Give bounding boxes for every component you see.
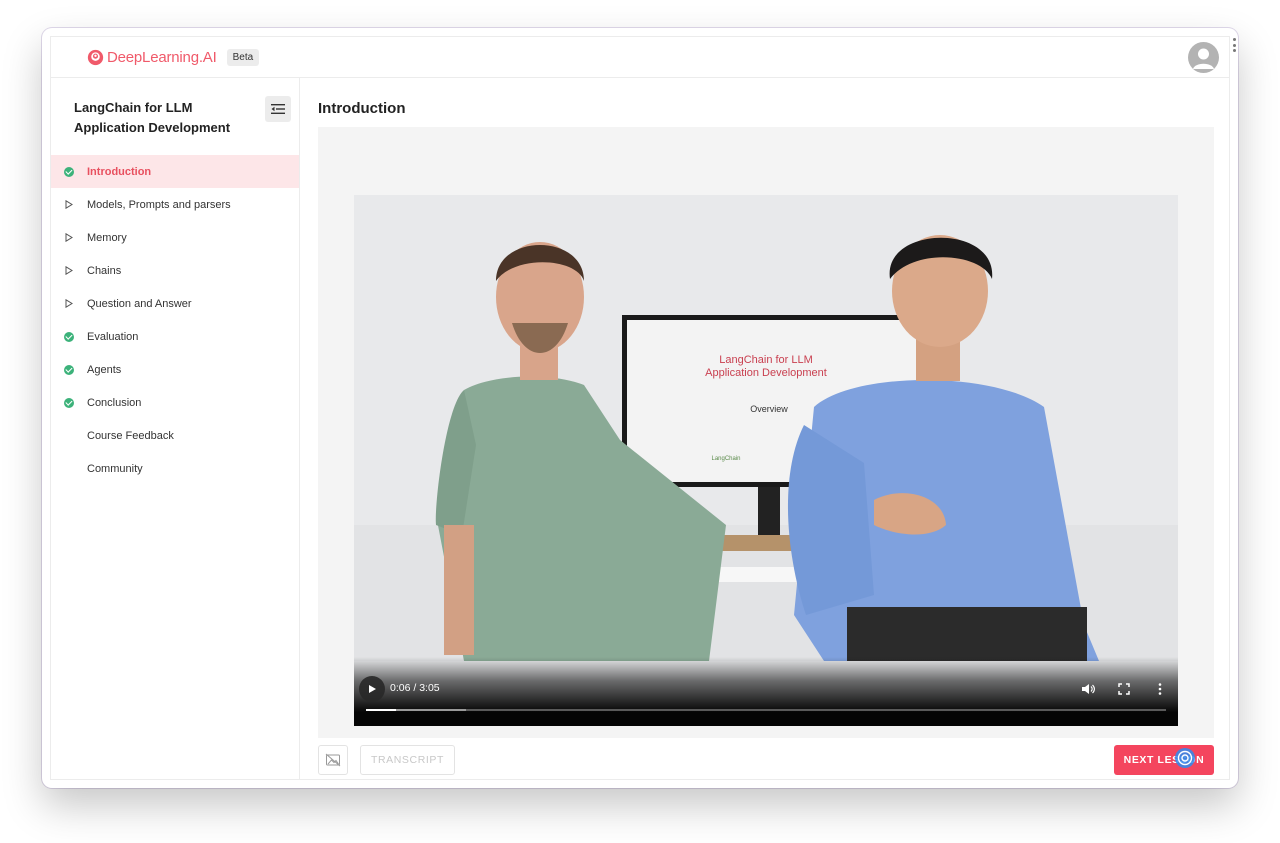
lesson-content: Introduction LangChain for LLM Applicati… <box>301 78 1229 779</box>
brand-logo[interactable]: DeepLearning.AI Beta <box>87 48 260 66</box>
empty-status-icon <box>64 464 74 474</box>
play-outline-icon <box>64 200 74 210</box>
window-menu-icon[interactable] <box>1232 38 1236 52</box>
toggle-image-button[interactable] <box>318 745 348 775</box>
sidebar-item-conclusion[interactable]: Conclusion <box>51 386 299 419</box>
sidebar-item-introduction[interactable]: Introduction <box>51 155 299 188</box>
check-mark <box>64 397 74 408</box>
check-circle-icon <box>64 166 74 177</box>
page-title: Introduction <box>318 100 406 117</box>
video-controls: 0:06 / 3:05 <box>354 657 1178 726</box>
play-outline-icon <box>64 266 74 276</box>
play-outline-shape <box>65 299 73 308</box>
slide-title-line1: LangChain for LLM <box>719 354 813 366</box>
sidebar-item-label: Agents <box>87 363 122 376</box>
sidebar-item-label: Evaluation <box>87 330 139 343</box>
lesson-list: Introduction Models, Prompts and parsers M… <box>51 155 299 485</box>
sidebar-item-label: Introduction <box>87 165 152 178</box>
play-outline-icon <box>64 299 74 309</box>
browser-window: DeepLearning.AI Beta LangChain for LLM A… <box>42 28 1238 788</box>
slide-logo-text: LangChain <box>711 456 740 462</box>
volume-icon[interactable] <box>1081 682 1095 696</box>
fullscreen-icon[interactable] <box>1117 682 1131 696</box>
more-options-icon[interactable] <box>1153 682 1167 696</box>
sidebar-item-label: Conclusion <box>87 396 142 409</box>
beta-badge: Beta <box>226 48 260 66</box>
sidebar-item-community[interactable]: Community <box>51 452 299 485</box>
slide-title-line2: Application Development <box>705 367 827 379</box>
collapse-sidebar-button[interactable] <box>265 96 291 122</box>
video-progress-bar[interactable] <box>366 709 1166 711</box>
slide-subtitle: Overview <box>750 404 788 414</box>
check-circle-icon <box>64 364 74 375</box>
course-title: LangChain for LLM Application Developmen… <box>74 100 231 135</box>
check-mark <box>64 166 74 177</box>
play-outline-shape <box>65 266 73 275</box>
brand-name: DeepLearning.AI <box>107 48 217 66</box>
cursor-indicator-icon <box>1175 748 1195 768</box>
sidebar-item-label: Models, Prompts and parsers <box>87 198 231 211</box>
check-mark <box>64 364 74 375</box>
deeplearning-logo-icon <box>87 49 104 65</box>
sidebar-item-label: Question and Answer <box>87 297 192 310</box>
sidebar-item-models-prompts-and-parsers[interactable]: Models, Prompts and parsers <box>51 188 299 221</box>
sidebar-item-course-feedback[interactable]: Course Feedback <box>51 419 299 452</box>
app-frame: DeepLearning.AI Beta LangChain for LLM A… <box>50 36 1230 780</box>
video-frame: LangChain for LLM Application Developmen… <box>354 195 1178 661</box>
play-outline-shape <box>65 233 73 242</box>
play-button[interactable] <box>359 676 385 702</box>
sidebar-item-label: Chains <box>87 264 122 277</box>
sidebar-item-evaluation[interactable]: Evaluation <box>51 320 299 353</box>
check-circle-icon <box>64 397 74 408</box>
video-time: 0:06 / 3:05 <box>390 682 440 694</box>
check-mark <box>64 331 74 342</box>
played-bar <box>366 709 397 711</box>
play-icon <box>369 685 376 693</box>
sidebar-item-label: Memory <box>87 231 127 244</box>
video-area: LangChain for LLM Application Developmen… <box>318 127 1214 738</box>
lesson-actions: TRANSCRIPT NEXT LESSON <box>318 745 1214 775</box>
sidebar-item-agents[interactable]: Agents <box>51 353 299 386</box>
play-outline-icon <box>64 233 74 243</box>
course-sidebar: LangChain for LLM Application Developmen… <box>51 78 300 779</box>
play-outline-shape <box>65 200 73 209</box>
avatar-silhouette <box>1193 48 1214 69</box>
sidebar-item-chains[interactable]: Chains <box>51 254 299 287</box>
next-lesson-button[interactable]: NEXT LESSON <box>1114 745 1214 775</box>
top-bar: DeepLearning.AI Beta <box>51 37 1229 78</box>
screen: DeepLearning.AI Beta LangChain for LLM A… <box>0 0 1280 843</box>
check-circle-icon <box>64 331 74 342</box>
image-off-icon <box>325 753 341 767</box>
sidebar-item-memory[interactable]: Memory <box>51 221 299 254</box>
video-player[interactable]: LangChain for LLM Application Developmen… <box>354 195 1178 726</box>
user-avatar-icon[interactable] <box>1188 42 1219 73</box>
empty-status-icon <box>64 431 74 441</box>
sidebar-item-label: Community <box>87 462 143 475</box>
collapse-menu-icon <box>271 104 285 114</box>
sidebar-item-question-and-answer[interactable]: Question and Answer <box>51 287 299 320</box>
transcript-button[interactable]: TRANSCRIPT <box>360 745 455 775</box>
sidebar-item-label: Course Feedback <box>87 429 174 442</box>
